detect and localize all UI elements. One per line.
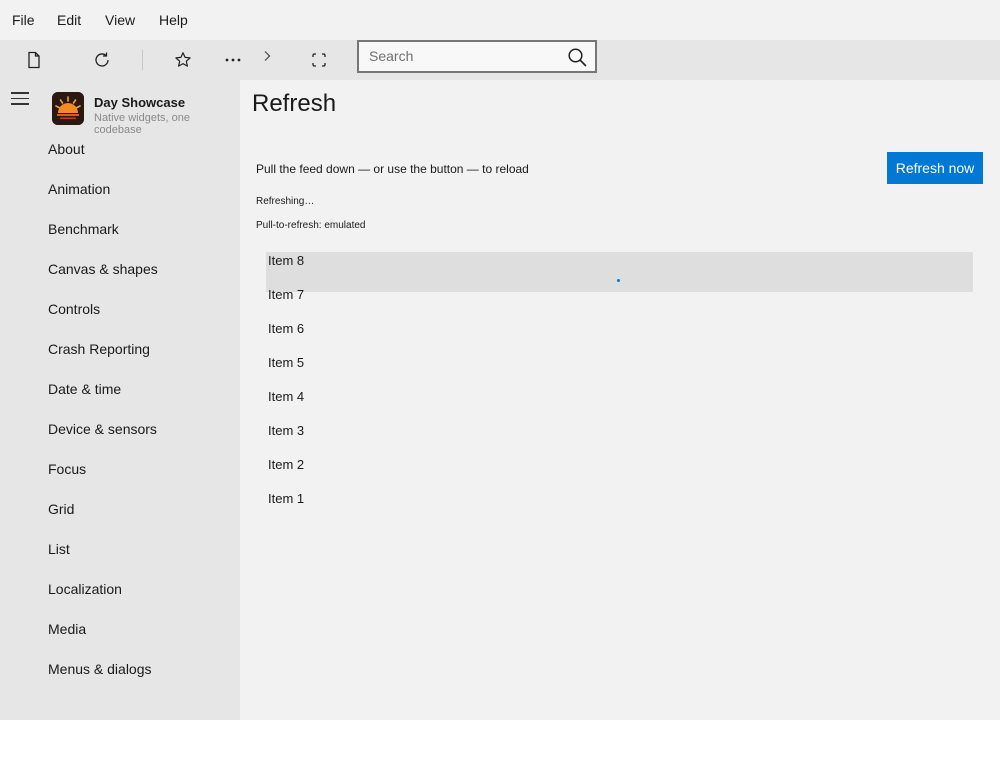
sidebar-item-focus[interactable]: Focus <box>48 461 86 477</box>
toolbar-separator <box>142 50 143 70</box>
page-title: Refresh <box>252 90 337 117</box>
menu-bar: File Edit View Help <box>0 0 1000 40</box>
list-item[interactable]: Item 6 <box>268 321 304 336</box>
refresh-mode: Pull-to-refresh: emulated <box>256 220 366 231</box>
refresh-now-button[interactable]: Refresh now <box>887 152 983 184</box>
app-window: File Edit View Help Search Day Showcase … <box>0 0 1000 720</box>
list-item[interactable]: Item 4 <box>268 389 304 404</box>
sidebar-item-device-sensors[interactable]: Device & sensors <box>48 421 157 437</box>
menu-help[interactable]: Help <box>159 12 188 28</box>
sidebar-item-media[interactable]: Media <box>48 621 86 637</box>
menu-view[interactable]: View <box>105 12 135 28</box>
sidebar-item-list[interactable]: List <box>48 541 70 557</box>
app-logo <box>52 92 84 125</box>
star-icon[interactable] <box>171 48 195 72</box>
search-box <box>357 40 597 73</box>
sidebar-item-benchmark[interactable]: Benchmark <box>48 221 119 237</box>
instruction-text: Pull the feed down — or use the button —… <box>256 162 529 176</box>
more-icon[interactable] <box>221 48 245 72</box>
refresh-icon[interactable] <box>90 48 114 72</box>
menu-file[interactable]: File <box>12 12 35 28</box>
list-item[interactable]: Item 5 <box>268 355 304 370</box>
list-item[interactable]: Item 7 <box>268 287 304 302</box>
search-icon[interactable] <box>567 47 587 67</box>
pull-refresh-indicator <box>266 252 973 292</box>
sidebar-item-grid[interactable]: Grid <box>48 501 74 517</box>
sidebar-item-canvas-shapes[interactable]: Canvas & shapes <box>48 261 158 277</box>
main-content: Refresh Pull the feed down — or use the … <box>240 80 1000 720</box>
sidebar-item-date-time[interactable]: Date & time <box>48 381 121 397</box>
refresh-status: Refreshing… <box>256 196 315 207</box>
fullscreen-icon[interactable] <box>307 48 331 72</box>
sidebar-item-localization[interactable]: Localization <box>48 581 122 597</box>
sidebar-item-controls[interactable]: Controls <box>48 301 100 317</box>
list-item[interactable]: Item 2 <box>268 457 304 472</box>
list-item[interactable]: Item 1 <box>268 491 304 506</box>
sidebar-item-about[interactable]: About <box>48 141 85 157</box>
menu-edit[interactable]: Edit <box>57 12 81 28</box>
sidebar-item-menus-dialogs[interactable]: Menus & dialogs <box>48 661 152 677</box>
list-item[interactable]: Item 3 <box>268 423 304 438</box>
document-icon[interactable] <box>22 48 46 72</box>
sidebar-item-crash-reporting[interactable]: Crash Reporting <box>48 341 150 357</box>
sidebar-item-animation[interactable]: Animation <box>48 181 110 197</box>
sidebar: Day Showcase Native widgets, one codebas… <box>0 80 240 720</box>
progress-spinner <box>617 279 620 282</box>
brand-title: Day Showcase <box>94 95 186 110</box>
list-item[interactable]: Item 8 <box>268 253 304 268</box>
chevron-right-icon[interactable] <box>255 44 279 68</box>
brand-subtitle: Native widgets, one codebase <box>94 112 190 136</box>
search-input[interactable] <box>369 48 559 64</box>
hamburger-menu-icon[interactable] <box>11 92 29 106</box>
